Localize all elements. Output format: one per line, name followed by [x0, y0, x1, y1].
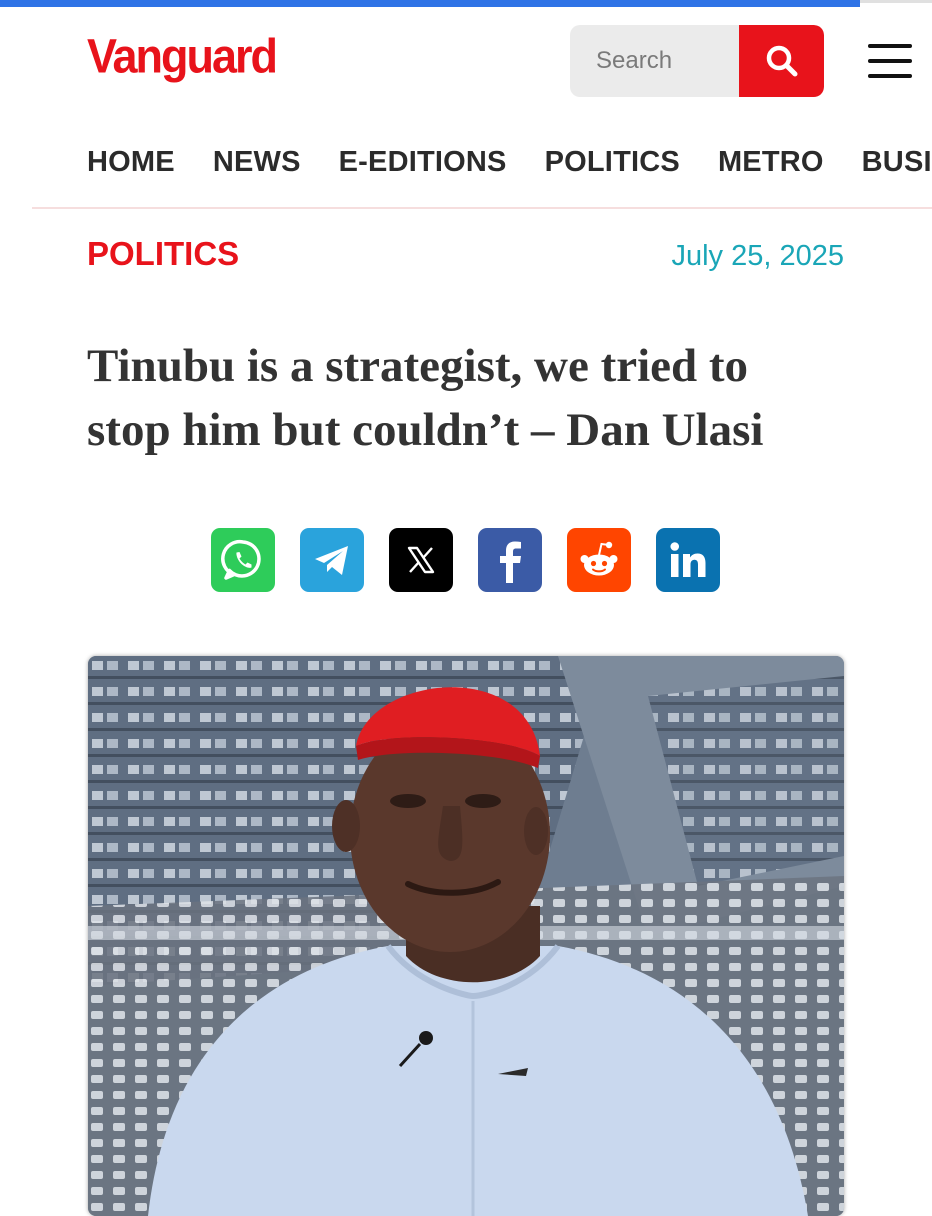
menu-line [868, 59, 912, 63]
x-icon [407, 546, 435, 574]
article-photo[interactable] [88, 656, 844, 1216]
main-nav: HOME NEWS E-EDITIONS POLITICS METRO BUSI [87, 146, 932, 179]
linkedin-icon [670, 542, 706, 577]
article-date: July 25, 2025 [671, 240, 844, 272]
nav-item-politics[interactable]: POLITICS [545, 146, 680, 179]
reddit-icon [580, 541, 618, 576]
search-icon [766, 45, 797, 77]
telegram-icon [315, 546, 348, 575]
share-buttons [211, 528, 720, 592]
nav-item-news[interactable]: NEWS [213, 146, 301, 179]
article-headline: Tinubu is a strategist, we tried to stop… [87, 340, 764, 456]
top-accent-bar [0, 0, 860, 7]
hamburger-menu-icon[interactable] [868, 44, 912, 78]
whatsapp-icon [221, 539, 261, 580]
menu-line [868, 44, 912, 48]
nav-divider [32, 207, 932, 209]
menu-line [868, 74, 912, 78]
site-logo[interactable]: Vanguard [87, 28, 278, 84]
top-accent-bar-track [860, 0, 932, 3]
share-whatsapp-button[interactable] [211, 528, 275, 592]
facebook-icon [500, 541, 521, 583]
share-x-button[interactable] [389, 528, 453, 592]
share-reddit-button[interactable] [567, 528, 631, 592]
nav-item-business[interactable]: BUSI [862, 146, 932, 179]
search-input[interactable] [570, 25, 738, 97]
share-linkedin-button[interactable] [656, 528, 720, 592]
article-category[interactable]: POLITICS [87, 235, 239, 273]
nav-item-e-editions[interactable]: E-EDITIONS [339, 146, 507, 179]
share-telegram-button[interactable] [300, 528, 364, 592]
nav-item-metro[interactable]: METRO [718, 146, 824, 179]
search-button[interactable] [739, 25, 824, 97]
search-bar [570, 25, 824, 97]
article-photo-illustration [88, 656, 844, 1216]
nav-item-home[interactable]: HOME [87, 146, 175, 179]
share-facebook-button[interactable] [478, 528, 542, 592]
